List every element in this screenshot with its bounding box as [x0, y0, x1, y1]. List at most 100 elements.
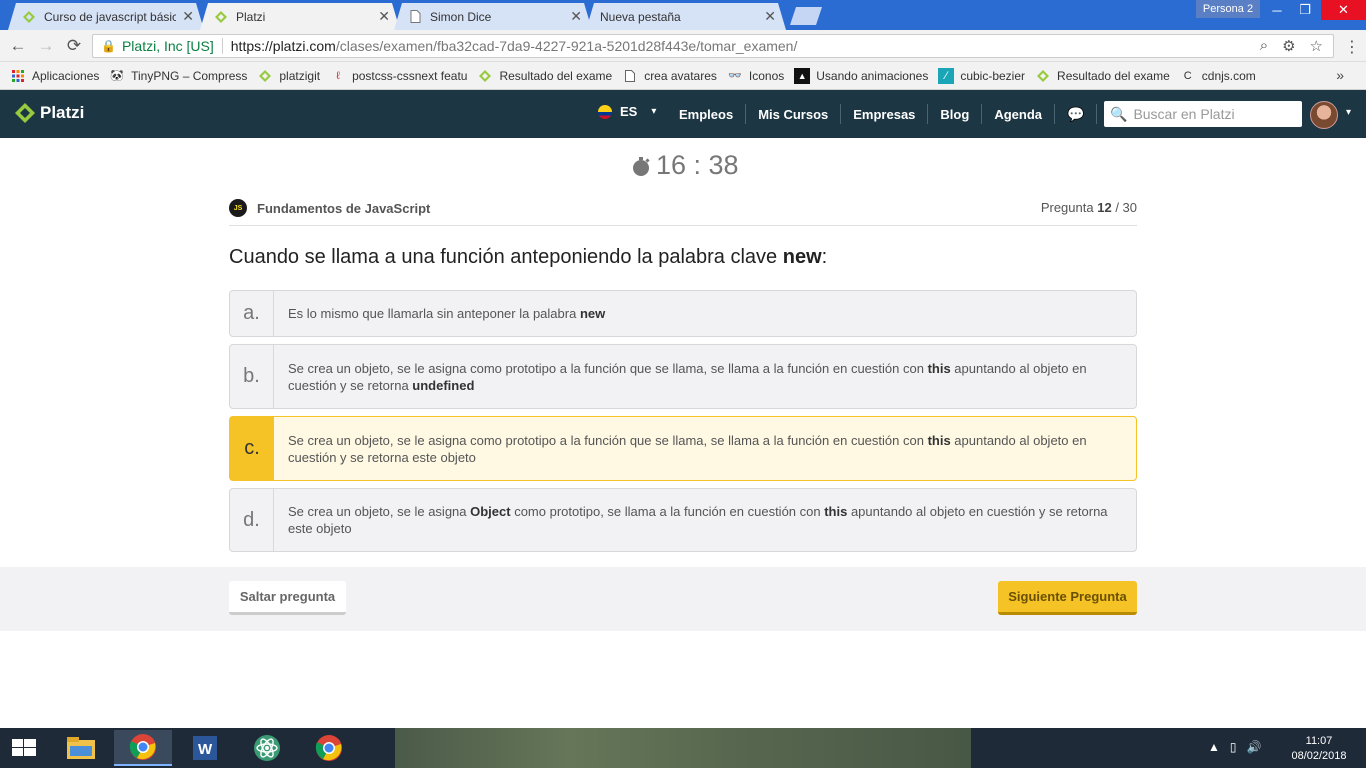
word-icon[interactable]: W	[176, 730, 234, 766]
maximize-icon[interactable]: ❐	[1291, 0, 1319, 20]
nav-mis-cursos[interactable]: Mis Cursos	[746, 104, 842, 124]
option-text-content: Se crea un objeto, se le asigna como pro…	[288, 432, 1112, 466]
skip-question-button[interactable]: Saltar pregunta	[229, 581, 346, 615]
binoculars-icon: 👓	[728, 70, 742, 82]
exam-footer	[0, 567, 1366, 631]
tab-close-icon[interactable]: ✕	[764, 8, 776, 25]
browser-tab-active[interactable]: Platzi ✕	[200, 3, 400, 30]
js-course-badge: JS	[229, 199, 247, 217]
bookmark-item[interactable]: crea avatares	[622, 68, 717, 84]
bookmark-item[interactable]: ℓ postcss-cssnext featu	[330, 68, 467, 84]
bookmark-item[interactable]: 👓 Iconos	[727, 68, 784, 84]
nav-blog[interactable]: Blog	[928, 104, 983, 124]
bookmark-item[interactable]: ∕ cubic-bezier	[938, 67, 1025, 84]
chrome-icon[interactable]	[114, 730, 172, 766]
browser-tab[interactable]: Simon Dice ✕	[394, 3, 592, 30]
reload-icon[interactable]: ⟳	[64, 36, 84, 56]
nav-agenda[interactable]: Agenda	[982, 104, 1055, 124]
platzi-logo[interactable]: Platzi	[14, 102, 84, 124]
answer-option-c[interactable]: c. Se crea un objeto, se le asigna como …	[229, 416, 1137, 481]
settings-icon[interactable]: ⚙	[1282, 37, 1295, 55]
browser-tab[interactable]: Curso de javascript básico ✕	[8, 3, 204, 30]
option-letter: a.	[230, 291, 274, 336]
volume-icon[interactable]: 🔊	[1247, 740, 1262, 754]
file-explorer-icon[interactable]	[52, 730, 110, 766]
browser-tab[interactable]: Nueva pestaña ✕	[586, 3, 786, 30]
language-selector[interactable]: ES ▾	[598, 104, 656, 119]
minimize-icon[interactable]: ─	[1263, 0, 1291, 20]
platzi-icon	[477, 68, 493, 84]
bookmark-label: postcss-cssnext featu	[352, 68, 468, 83]
chrome-icon[interactable]	[300, 730, 358, 766]
bookmark-item[interactable]: Resultado del exame	[477, 68, 612, 84]
bookmark-star-icon[interactable]: ☆	[1310, 37, 1323, 55]
answer-option-d[interactable]: d. Se crea un objeto, se le asigna Objec…	[229, 488, 1137, 552]
close-window-icon[interactable]: ✕	[1321, 0, 1366, 20]
profile-button[interactable]: Persona 2	[1196, 0, 1260, 18]
bookmark-apps[interactable]: Aplicaciones	[10, 68, 99, 84]
tab-close-icon[interactable]: ✕	[570, 8, 582, 25]
show-hidden-icons-icon[interactable]: ▲	[1208, 740, 1220, 754]
tab-label: Platzi	[236, 9, 266, 24]
nav-empleos[interactable]: Empleos	[667, 104, 747, 124]
bookmark-label: crea avatares	[644, 68, 717, 83]
bookmark-label: Usando animaciones	[816, 68, 929, 83]
nav-empresas[interactable]: Empresas	[841, 104, 929, 124]
answer-option-a[interactable]: a. Es lo mismo que llamarla sin antepone…	[229, 290, 1137, 337]
page-favicon-icon	[408, 10, 422, 24]
forward-icon[interactable]: →	[36, 36, 56, 56]
option-letter: d.	[230, 489, 274, 551]
bookmark-item[interactable]: Resultado del exame	[1035, 68, 1170, 84]
browser-toolbar: ← → ⟳ 🔒 Platzi, Inc [US] https://platzi.…	[0, 30, 1366, 62]
site-search-input[interactable]: 🔍 Buscar en Platzi	[1104, 101, 1302, 127]
bookmark-item[interactable]: ▲ Usando animaciones	[794, 67, 929, 84]
bookmark-item[interactable]: platzigit	[257, 68, 320, 84]
address-bar[interactable]: 🔒 Platzi, Inc [US] https://platzi.com/cl…	[92, 34, 1334, 58]
back-icon[interactable]: ←	[8, 36, 28, 56]
option-keyword: new	[579, 306, 606, 321]
url-path: /clases/examen/fba32cad-7da9-4227-921a-5…	[335, 38, 798, 54]
postcss-icon: ℓ	[336, 69, 340, 82]
platzi-icon	[257, 68, 273, 84]
question-counter: Pregunta 12 / 30	[1041, 200, 1137, 215]
atom-icon[interactable]	[238, 730, 296, 766]
apps-grid-icon	[10, 68, 26, 84]
messages-icon[interactable]: 💬	[1055, 104, 1098, 124]
zoom-icon[interactable]: ⌕	[1260, 37, 1268, 55]
bookmark-item[interactable]: Ccdnjs.com	[1180, 68, 1256, 84]
bookmark-label: Resultado del exame	[1057, 68, 1170, 83]
option-text-segment: Se crea un objeto, se le asigna como pro…	[288, 432, 928, 448]
language-code: ES	[620, 104, 638, 119]
browser-menu-icon[interactable]: ⋮	[1342, 37, 1362, 57]
option-keyword: this	[927, 360, 951, 376]
chevron-down-icon[interactable]: ▾	[1346, 107, 1351, 118]
question-keyword: new	[782, 246, 822, 268]
tab-label: Simon Dice	[430, 9, 492, 24]
tab-close-icon[interactable]: ✕	[378, 8, 390, 25]
system-clock[interactable]: 11:07 08/02/2018	[1286, 734, 1352, 764]
mdn-icon: ▲	[794, 67, 811, 84]
tab-close-icon[interactable]: ✕	[182, 8, 194, 25]
cdnjs-icon: C	[1183, 69, 1192, 82]
clock-time: 11:07	[1305, 735, 1333, 747]
option-text-segment: Se crea un objeto, se le asigna	[288, 504, 471, 519]
panda-icon: 🐼	[110, 70, 125, 82]
platzi-icon	[1035, 68, 1051, 84]
next-question-button[interactable]: Siguiente Pregunta	[998, 581, 1137, 615]
tab-label: Nueva pestaña	[600, 9, 681, 24]
user-avatar[interactable]	[1310, 101, 1338, 129]
chevron-down-icon: ▾	[651, 106, 657, 117]
windows-start-icon[interactable]	[10, 738, 38, 758]
device-icon[interactable]: ▯	[1230, 740, 1237, 754]
more-bookmarks-icon[interactable]: »	[1336, 67, 1344, 83]
stopwatch-icon	[633, 156, 650, 176]
question-text: Cuando se llama a una función anteponien…	[229, 246, 827, 269]
bookmark-label: platzigit	[279, 68, 321, 83]
option-letter: c.	[230, 417, 274, 480]
option-keyword: this	[927, 432, 951, 448]
bookmark-item[interactable]: 🐼 TinyPNG – Compress	[109, 68, 247, 84]
page-icon	[622, 68, 638, 84]
answer-option-b[interactable]: b. Se crea un objeto, se le asigna como …	[229, 344, 1137, 409]
counter-label: Pregunta	[1040, 200, 1094, 215]
site-identity[interactable]: Platzi, Inc [US]	[122, 38, 214, 54]
